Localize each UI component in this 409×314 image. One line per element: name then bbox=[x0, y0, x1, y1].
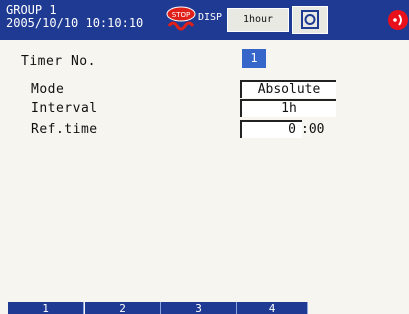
timer-no-label: Timer No. bbox=[21, 54, 96, 69]
interval-field[interactable]: 1h bbox=[240, 99, 336, 117]
softkey-1[interactable]: 1 bbox=[8, 302, 84, 314]
reftime-minutes: :00 bbox=[301, 122, 325, 137]
interval-label: Interval bbox=[31, 101, 98, 116]
alarm-icon bbox=[386, 9, 409, 31]
status-bar: GROUP 1 2005/10/10 10:10:10 STOP DISP 1h… bbox=[0, 0, 409, 40]
datetime: 2005/10/10 10:10:10 bbox=[6, 16, 144, 30]
reftime-label: Ref.time bbox=[31, 122, 98, 137]
trend-interval-display: 1hour bbox=[227, 8, 289, 32]
softkey-3[interactable]: 3 bbox=[161, 302, 237, 314]
mode-field[interactable]: Absolute bbox=[240, 80, 336, 98]
stop-icon: STOP bbox=[165, 6, 197, 32]
softkey-bar: 1 2 3 4 bbox=[0, 302, 409, 314]
timer-no-field[interactable]: 1 bbox=[242, 49, 266, 68]
disp-label: DISP bbox=[198, 12, 223, 23]
softkey-4[interactable]: 4 bbox=[237, 302, 308, 314]
softkey-2[interactable]: 2 bbox=[85, 302, 161, 314]
mode-label: Mode bbox=[31, 82, 65, 97]
reftime-hour-field[interactable]: 0 bbox=[240, 120, 302, 138]
svg-text:STOP: STOP bbox=[172, 11, 190, 19]
camera-icon bbox=[292, 6, 328, 34]
